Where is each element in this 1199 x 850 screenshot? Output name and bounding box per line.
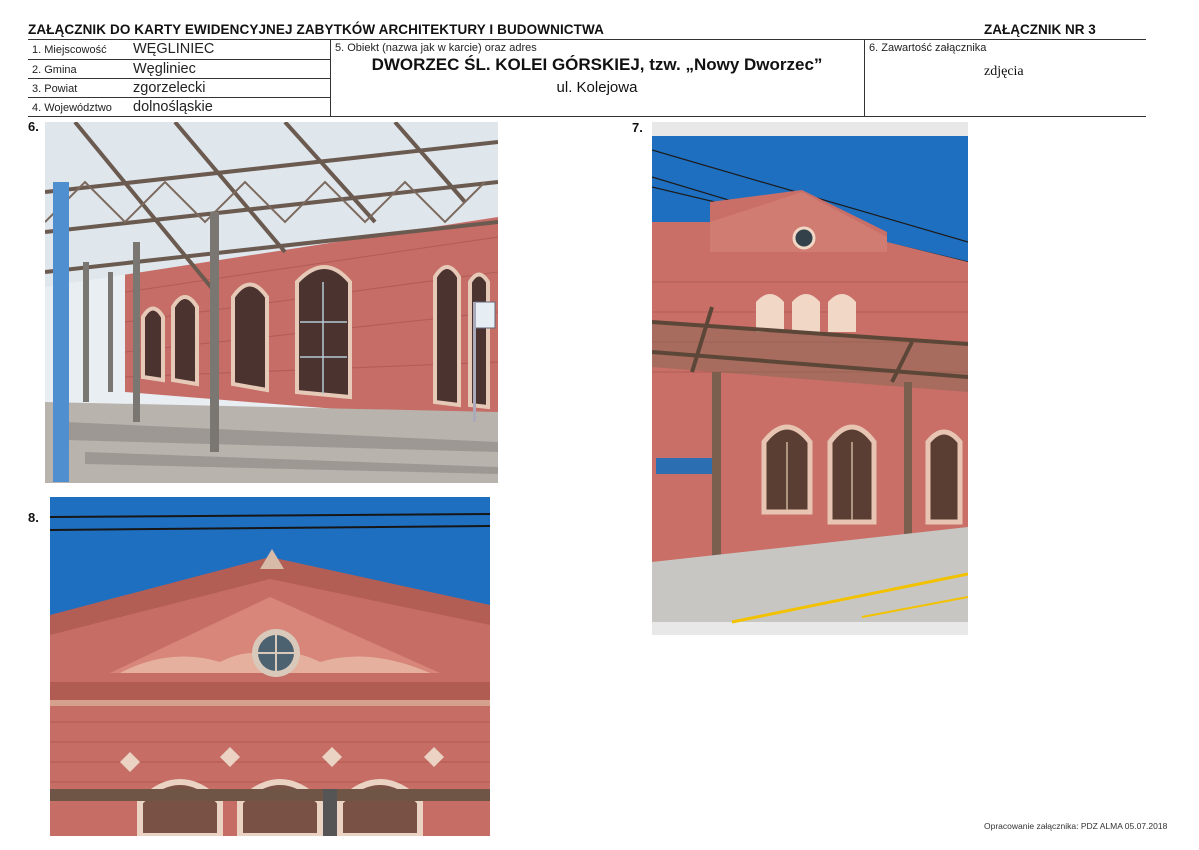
attachment-title: ZAŁĄCZNIK DO KARTY EWIDENCYJNEJ ZABYTKÓW…	[28, 22, 604, 37]
voivodeship-value: dolnośląskie	[133, 99, 213, 115]
photo-6-number: 6.	[28, 119, 39, 134]
photo-8-number: 8.	[28, 510, 39, 525]
attachment-number: ZAŁĄCZNIK NR 3	[984, 22, 1096, 37]
row-divider	[28, 97, 330, 98]
gable-detail-photo	[50, 497, 490, 836]
county-label: 3. Powiat	[32, 83, 78, 95]
voivodeship-label: 4. Województwo	[32, 102, 112, 114]
table-bottom-border	[28, 116, 1146, 117]
row-divider	[28, 78, 330, 79]
county-value: zgorzelecki	[133, 80, 206, 96]
station-facade-photo	[652, 122, 968, 635]
contents-value: zdjęcia	[984, 64, 1024, 79]
object-name: DWORZEC ŚL. KOLEI GÓRSKIEJ, tzw. „Nowy D…	[371, 55, 823, 74]
photo-7-number: 7.	[632, 120, 643, 135]
prepared-by: Opracowanie załącznika: PDZ ALMA 05.07.2…	[984, 821, 1168, 831]
row-divider	[28, 59, 330, 60]
locality-label: 1. Miejscowość	[32, 44, 107, 56]
platform-canopy-photo	[45, 122, 498, 483]
column-divider	[864, 39, 865, 117]
table-top-border	[28, 39, 1146, 40]
contents-label: 6. Zawartość załącznika	[869, 42, 987, 54]
commune-value: Węgliniec	[133, 61, 196, 77]
object-label: 5. Obiekt (nazwa jak w karcie) oraz adre…	[335, 42, 537, 54]
commune-label: 2. Gmina	[32, 64, 77, 76]
locality-value: WĘGLINIEC	[133, 41, 215, 57]
object-address: ul. Kolejowa	[556, 79, 638, 96]
column-divider	[330, 39, 331, 117]
